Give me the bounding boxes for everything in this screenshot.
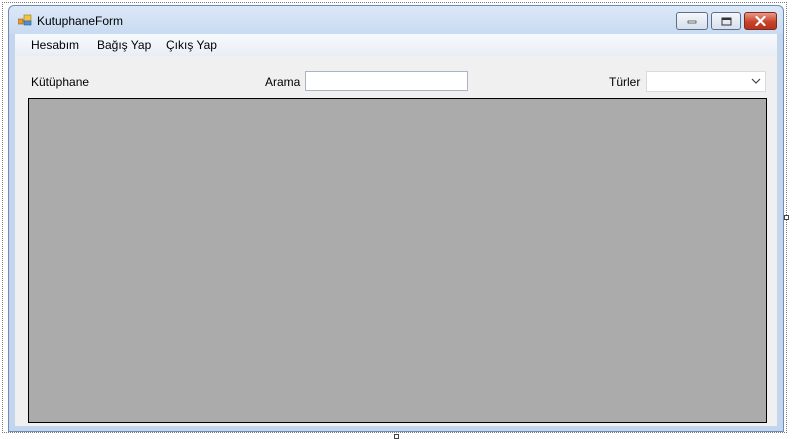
form-client-area: Hesabım Bağış Yap Çıkış Yap Kütüphane Ar… — [15, 34, 777, 426]
close-icon — [755, 16, 766, 26]
minimize-button[interactable] — [676, 12, 708, 30]
genres-label: Türler — [609, 75, 641, 89]
resize-grip-bottom[interactable] — [394, 434, 399, 439]
close-button[interactable] — [744, 12, 777, 30]
genres-combobox[interactable] — [646, 71, 766, 92]
minimize-icon — [687, 20, 697, 24]
maximize-icon — [721, 17, 731, 25]
form-icon — [18, 14, 32, 26]
main-window: KutuphaneForm Hesabım Bağış Yap Çıkış Ya… — [8, 5, 784, 432]
resize-grip-right[interactable] — [784, 215, 789, 220]
chevron-down-icon[interactable] — [751, 77, 761, 85]
menu-item-cikis-yap[interactable]: Çıkış Yap — [166, 38, 217, 52]
search-label: Arama — [265, 75, 301, 89]
menu-item-hesabim[interactable]: Hesabım — [31, 38, 79, 52]
library-label: Kütüphane — [31, 75, 90, 89]
window-title: KutuphaneForm — [37, 14, 124, 28]
maximize-button[interactable] — [711, 12, 741, 30]
books-data-grid[interactable] — [28, 98, 767, 423]
search-input[interactable] — [305, 71, 468, 91]
title-bar[interactable]: KutuphaneForm — [9, 6, 783, 34]
menu-item-bagis-yap[interactable]: Bağış Yap — [97, 38, 151, 52]
menu-bar: Hesabım Bağış Yap Çıkış Yap — [15, 34, 777, 56]
